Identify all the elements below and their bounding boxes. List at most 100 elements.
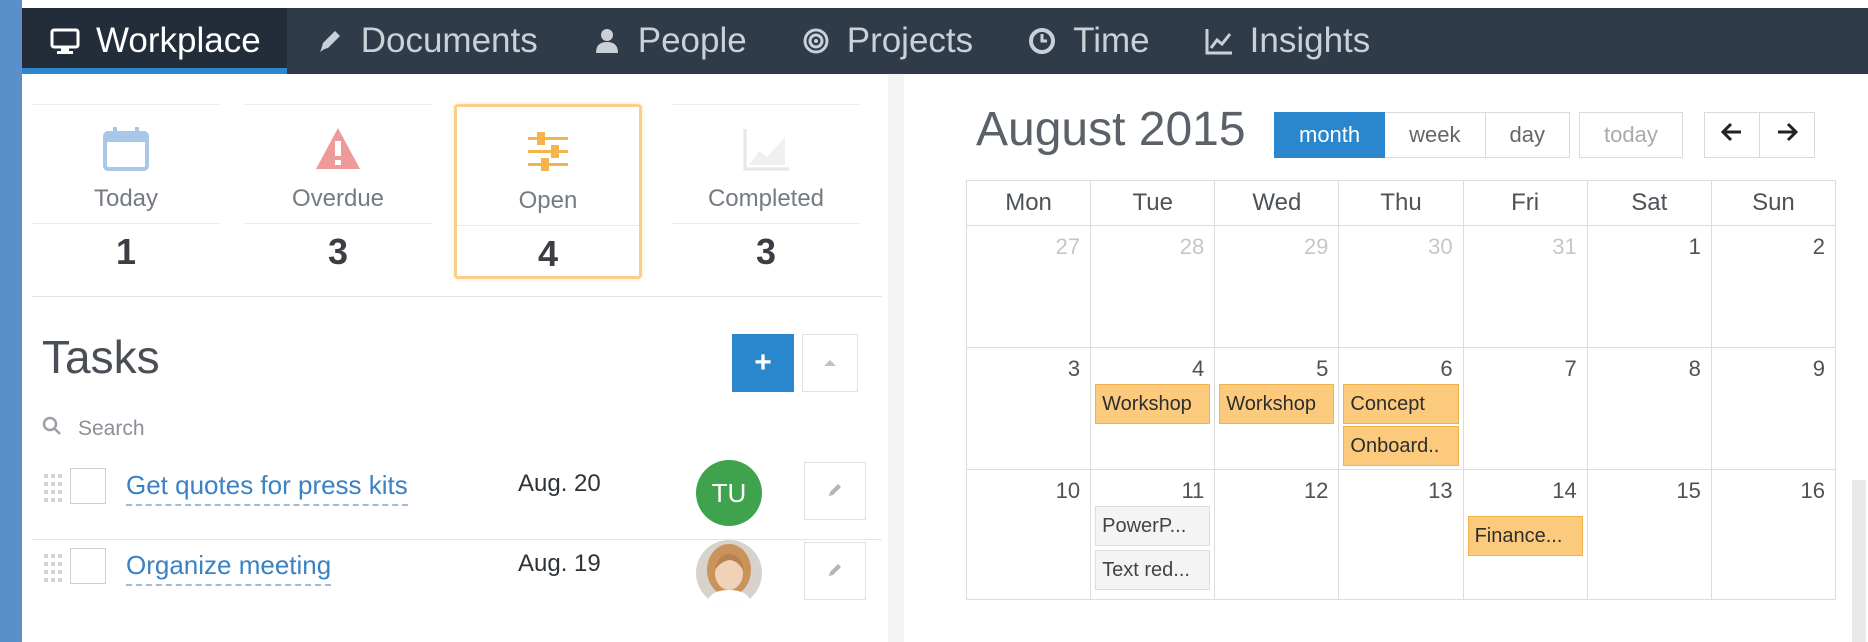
pencil-icon bbox=[826, 561, 844, 582]
calendar-event[interactable]: Workshop bbox=[1095, 384, 1211, 424]
day-cell[interactable]: 11 PowerP... Text red... bbox=[1091, 470, 1216, 600]
task-row: Get quotes for press kits Aug. 20 TU bbox=[32, 450, 882, 536]
day-number: 28 bbox=[1179, 234, 1205, 259]
nav-item-time[interactable]: Time bbox=[999, 8, 1175, 74]
task-title-link[interactable]: Get quotes for press kits bbox=[126, 470, 408, 506]
day-number: 31 bbox=[1552, 234, 1577, 259]
day-cell[interactable]: 9 bbox=[1711, 348, 1836, 470]
nav-label: Documents bbox=[360, 21, 538, 60]
prev-month-button[interactable] bbox=[1704, 112, 1760, 158]
month-grid: Mon Tue Wed Thu Fri Sat Sun 27 28 29 30 … bbox=[966, 180, 1836, 600]
nav-item-people[interactable]: People bbox=[564, 8, 773, 74]
stat-value: 3 bbox=[327, 231, 349, 272]
monitor-icon bbox=[48, 24, 82, 58]
add-task-button[interactable]: + bbox=[732, 334, 794, 392]
day-cell[interactable]: 14 Finance... bbox=[1463, 470, 1588, 600]
calendar-event[interactable]: Concept bbox=[1343, 384, 1459, 424]
stat-card-overdue[interactable]: Overdue 3 bbox=[244, 104, 432, 279]
task-checkbox[interactable] bbox=[70, 548, 106, 584]
day-cell[interactable]: 8 bbox=[1587, 348, 1712, 470]
day-number: 15 bbox=[1676, 478, 1701, 503]
day-number: 6 bbox=[1440, 356, 1453, 381]
day-number: 10 bbox=[1055, 478, 1081, 503]
day-cell[interactable]: 12 bbox=[1215, 470, 1340, 600]
task-checkbox[interactable] bbox=[70, 468, 106, 504]
view-day-button[interactable]: day bbox=[1485, 112, 1570, 158]
today-button[interactable]: today bbox=[1579, 112, 1683, 158]
search-input[interactable] bbox=[78, 416, 378, 441]
collapse-button[interactable] bbox=[802, 334, 858, 392]
stat-value: 4 bbox=[537, 233, 559, 274]
divider bbox=[32, 296, 882, 297]
nav-label: Time bbox=[1073, 21, 1150, 60]
drag-handle-icon[interactable] bbox=[42, 552, 64, 588]
drag-handle-icon[interactable] bbox=[42, 472, 64, 508]
day-cell[interactable]: 13 bbox=[1339, 470, 1464, 600]
day-cell[interactable]: 4 Workshop bbox=[1091, 348, 1216, 470]
view-week-button[interactable]: week bbox=[1385, 112, 1486, 158]
chevron-up-icon bbox=[823, 356, 837, 371]
week-row: 10 11 PowerP... Text red... 12 13 14 Fin… bbox=[966, 470, 1836, 600]
calendar-event[interactable]: Onboard.. bbox=[1343, 426, 1459, 466]
avatar[interactable] bbox=[696, 540, 762, 606]
task-title-link[interactable]: Organize meeting bbox=[126, 550, 332, 586]
tasks-heading: Tasks bbox=[42, 331, 160, 383]
avatar[interactable]: TU bbox=[696, 460, 762, 526]
edit-task-button[interactable] bbox=[804, 462, 866, 520]
day-number: 4 bbox=[1192, 356, 1205, 381]
stat-card-open[interactable]: Open 4 bbox=[454, 104, 642, 279]
day-cell[interactable]: 30 bbox=[1339, 226, 1464, 348]
divider bbox=[244, 223, 432, 224]
day-cell[interactable]: 29 bbox=[1215, 226, 1340, 348]
warning-icon bbox=[313, 125, 363, 173]
calendar-event[interactable]: PowerP... bbox=[1095, 506, 1211, 546]
nav-label: Workplace bbox=[96, 21, 261, 60]
weekday-header: Mon Tue Wed Thu Fri Sat Sun bbox=[966, 180, 1836, 226]
window-left-edge bbox=[0, 0, 22, 642]
day-cell[interactable]: 10 bbox=[967, 470, 1092, 600]
view-month-button[interactable]: month bbox=[1274, 112, 1386, 158]
stat-card-today[interactable]: Today 1 bbox=[32, 104, 220, 279]
calendar-nav bbox=[1704, 112, 1815, 158]
day-cell[interactable]: 3 bbox=[967, 348, 1092, 470]
nav-item-workplace[interactable]: Workplace bbox=[22, 8, 287, 74]
weekday-label: Sat bbox=[1587, 181, 1712, 226]
nav-item-insights[interactable]: Insights bbox=[1176, 8, 1397, 74]
top-strip bbox=[0, 0, 1868, 8]
day-number: 16 bbox=[1800, 478, 1825, 503]
nav-item-documents[interactable]: Documents bbox=[287, 8, 564, 74]
user-icon bbox=[590, 24, 624, 58]
calendar-event[interactable]: Workshop bbox=[1219, 384, 1335, 424]
calendar-event[interactable]: Finance... bbox=[1467, 516, 1583, 556]
task-row: Organize meeting Aug. 19 bbox=[32, 530, 882, 616]
day-cell[interactable]: 15 bbox=[1587, 470, 1712, 600]
next-month-button[interactable] bbox=[1760, 112, 1815, 158]
target-icon bbox=[799, 24, 833, 58]
day-number: 13 bbox=[1428, 478, 1453, 503]
day-cell[interactable]: 27 bbox=[967, 226, 1092, 348]
day-number: 14 bbox=[1552, 478, 1577, 503]
search-icon bbox=[42, 416, 62, 441]
day-cell[interactable]: 28 bbox=[1091, 226, 1216, 348]
day-cell[interactable]: 5 Workshop bbox=[1215, 348, 1340, 470]
stat-label: Completed bbox=[707, 185, 825, 212]
day-number: 7 bbox=[1564, 356, 1577, 381]
stat-card-completed[interactable]: Completed 3 bbox=[672, 104, 860, 279]
day-cell[interactable]: 16 bbox=[1711, 470, 1836, 600]
calendar-panel: August 2015 month week day today Mon Tue bbox=[904, 74, 1868, 642]
calendar-event[interactable]: Text red... bbox=[1095, 550, 1211, 590]
stat-label: Overdue bbox=[291, 185, 385, 212]
day-cell[interactable]: 6 Concept Onboard.. bbox=[1339, 348, 1464, 470]
scrollbar[interactable] bbox=[1852, 480, 1866, 642]
day-cell[interactable]: 1 bbox=[1587, 226, 1712, 348]
day-number: 5 bbox=[1316, 356, 1329, 381]
nav-item-projects[interactable]: Projects bbox=[773, 8, 999, 74]
day-cell[interactable]: 7 bbox=[1463, 348, 1588, 470]
day-cell[interactable]: 31 bbox=[1463, 226, 1588, 348]
weekday-label: Wed bbox=[1215, 181, 1340, 226]
edit-task-button[interactable] bbox=[804, 542, 866, 600]
stat-label: Open bbox=[518, 187, 578, 214]
day-cell[interactable]: 2 bbox=[1711, 226, 1836, 348]
app-window: Workplace Documents People Projects Time bbox=[0, 0, 1868, 642]
day-number: 8 bbox=[1688, 356, 1701, 381]
